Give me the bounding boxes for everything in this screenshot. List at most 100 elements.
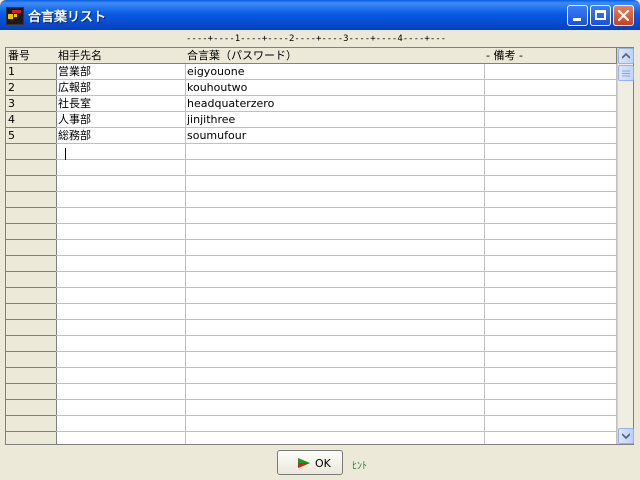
- table-cell[interactable]: [484, 432, 617, 444]
- table-cell[interactable]: [484, 368, 617, 384]
- table-cell[interactable]: [185, 352, 485, 368]
- table-cell[interactable]: [56, 256, 186, 272]
- row-number-cell[interactable]: [6, 416, 57, 432]
- row-number-cell[interactable]: [6, 256, 57, 272]
- table-cell[interactable]: [484, 352, 617, 368]
- row-number-cell[interactable]: [6, 304, 57, 320]
- row-number-cell[interactable]: [6, 400, 57, 416]
- row-number-cell[interactable]: 3: [6, 96, 57, 112]
- table-cell[interactable]: [185, 304, 485, 320]
- table-cell[interactable]: [484, 192, 617, 208]
- table-cell[interactable]: soumufour: [185, 128, 485, 144]
- table-cell[interactable]: 人事部: [56, 112, 186, 128]
- row-number-cell[interactable]: 4: [6, 112, 57, 128]
- table-cell[interactable]: [56, 416, 186, 432]
- row-number-cell[interactable]: [6, 288, 57, 304]
- row-number-cell[interactable]: [6, 192, 57, 208]
- table-cell[interactable]: [484, 96, 617, 112]
- row-number-cell[interactable]: [6, 160, 57, 176]
- table-cell[interactable]: [56, 208, 186, 224]
- table-cell[interactable]: [185, 272, 485, 288]
- table-cell[interactable]: [185, 256, 485, 272]
- row-number-cell[interactable]: [6, 432, 57, 444]
- table-cell[interactable]: [56, 304, 186, 320]
- table-cell[interactable]: [484, 240, 617, 256]
- table-cell[interactable]: [484, 336, 617, 352]
- scroll-up-button[interactable]: [618, 48, 634, 64]
- table-cell[interactable]: [185, 208, 485, 224]
- table-cell[interactable]: [56, 384, 186, 400]
- table-cell[interactable]: [56, 272, 186, 288]
- table-cell[interactable]: [185, 384, 485, 400]
- minimize-button[interactable]: [567, 5, 588, 26]
- table-cell[interactable]: [56, 176, 186, 192]
- row-number-cell[interactable]: [6, 320, 57, 336]
- table-cell[interactable]: [484, 160, 617, 176]
- table-cell[interactable]: [185, 176, 485, 192]
- table-cell[interactable]: [484, 288, 617, 304]
- table-cell[interactable]: [484, 128, 617, 144]
- table-cell[interactable]: headquaterzero: [185, 96, 485, 112]
- table-cell[interactable]: [185, 224, 485, 240]
- table-cell[interactable]: [56, 240, 186, 256]
- table-cell[interactable]: 営業部: [56, 64, 186, 80]
- table-cell[interactable]: [484, 304, 617, 320]
- table-cell[interactable]: [56, 336, 186, 352]
- table-cell[interactable]: [56, 192, 186, 208]
- table-cell[interactable]: [56, 224, 186, 240]
- table-cell[interactable]: [56, 400, 186, 416]
- table-cell[interactable]: 社長室: [56, 96, 186, 112]
- row-number-cell[interactable]: [6, 272, 57, 288]
- password-grid[interactable]: 番号 相手先名 合言葉（パスワード） - 備考 - 1 営業部 eigyouone 2 広報部 k…: [5, 47, 634, 445]
- table-cell[interactable]: [185, 400, 485, 416]
- column-header[interactable]: 合言葉（パスワード）: [185, 48, 485, 64]
- table-cell[interactable]: [185, 432, 485, 444]
- table-cell[interactable]: [56, 432, 186, 444]
- table-cell[interactable]: [484, 208, 617, 224]
- row-number-cell[interactable]: [6, 336, 57, 352]
- table-cell[interactable]: [484, 400, 617, 416]
- table-cell[interactable]: [56, 320, 186, 336]
- table-cell[interactable]: [484, 272, 617, 288]
- row-number-cell[interactable]: [6, 384, 57, 400]
- scroll-down-button[interactable]: [618, 428, 634, 444]
- title-bar[interactable]: 合言葉リスト: [0, 0, 640, 30]
- table-cell[interactable]: [484, 416, 617, 432]
- table-cell[interactable]: [56, 352, 186, 368]
- table-cell[interactable]: [484, 112, 617, 128]
- maximize-button[interactable]: [590, 5, 611, 26]
- table-cell[interactable]: [185, 416, 485, 432]
- table-cell[interactable]: jinjithree: [185, 112, 485, 128]
- row-number-cell[interactable]: [6, 224, 57, 240]
- table-cell[interactable]: eigyouone: [185, 64, 485, 80]
- row-number-cell[interactable]: [6, 208, 57, 224]
- row-number-cell[interactable]: [6, 240, 57, 256]
- table-cell[interactable]: [56, 288, 186, 304]
- table-cell[interactable]: [484, 384, 617, 400]
- row-number-cell[interactable]: [6, 176, 57, 192]
- row-number-cell[interactable]: 2: [6, 80, 57, 96]
- table-cell[interactable]: [185, 144, 485, 160]
- table-cell[interactable]: [185, 240, 485, 256]
- table-cell[interactable]: 総務部: [56, 128, 186, 144]
- scroll-thumb[interactable]: [618, 65, 634, 81]
- row-number-cell[interactable]: [6, 352, 57, 368]
- table-cell[interactable]: [484, 144, 617, 160]
- row-number-cell[interactable]: [6, 368, 57, 384]
- table-cell[interactable]: [484, 224, 617, 240]
- table-cell[interactable]: [185, 320, 485, 336]
- table-cell[interactable]: 広報部: [56, 80, 186, 96]
- table-cell[interactable]: [185, 288, 485, 304]
- column-header[interactable]: 相手先名: [56, 48, 186, 64]
- table-cell[interactable]: [484, 256, 617, 272]
- close-button[interactable]: [613, 5, 634, 26]
- row-number-cell[interactable]: 5: [6, 128, 57, 144]
- ok-button[interactable]: OK: [277, 450, 343, 475]
- table-cell[interactable]: [56, 160, 186, 176]
- row-number-cell[interactable]: 1: [6, 64, 57, 80]
- table-cell[interactable]: [484, 320, 617, 336]
- table-cell[interactable]: [185, 192, 485, 208]
- table-cell[interactable]: [185, 336, 485, 352]
- column-header[interactable]: - 備考 -: [484, 48, 617, 64]
- table-cell[interactable]: [484, 176, 617, 192]
